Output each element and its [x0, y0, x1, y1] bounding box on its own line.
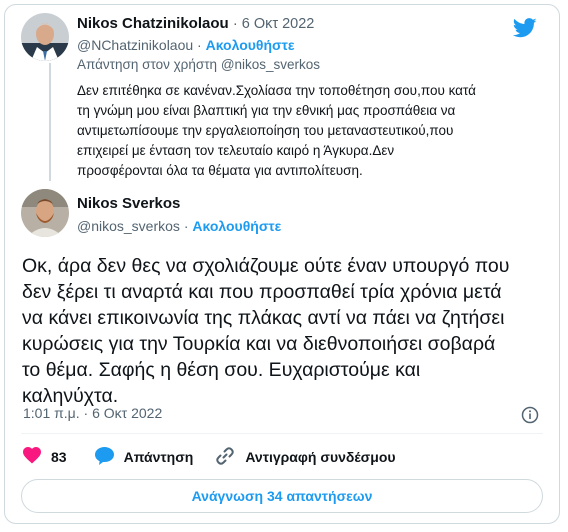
avatar-nikos-chatzinikolaou[interactable]	[21, 13, 69, 61]
main-tweet-text: Οκ, άρα δεν θες να σχολιάζουμε ούτε έναν…	[22, 253, 542, 409]
replying-to: Απάντηση στον χρήστη @nikos_sverkos	[77, 55, 320, 75]
reply-text-line: τη γνώμη μου είναι βλαπτική για την εθνι…	[77, 103, 456, 118]
reply-button[interactable]: Απάντηση	[94, 446, 194, 468]
separator: ·	[183, 218, 189, 234]
main-text-line: Οκ, άρα δεν θες να σχολιάζουμε ούτε έναν…	[22, 255, 510, 277]
thread-connector-line	[49, 63, 51, 181]
main-text-line: να κάνει επικοινωνία της πλάκας αντί να …	[22, 307, 505, 329]
separator: ·	[197, 37, 202, 53]
reply-handle-row: @NChatzinikolaou · Ακολουθήστε	[77, 35, 295, 55]
main-text-line: το θέμα. Σαφής η θέση σου. Ευχαριστούμε …	[22, 359, 421, 381]
follow-button-reply-author[interactable]: Ακολουθήστε	[206, 37, 295, 53]
reply-text-line: προσφέρονται όλα τα θέματα για αντιπολίτ…	[77, 163, 363, 178]
read-replies-button[interactable]: Ανάγνωση 34 απαντήσεων	[21, 479, 543, 513]
reply-author-name-text[interactable]: Nikos Chatzinikolaou	[77, 15, 229, 32]
reply-author-name[interactable]: Nikos Chatzinikolaou · 6 Οκτ 2022	[77, 15, 314, 32]
reply-label[interactable]: Απάντηση	[124, 449, 194, 465]
tweet-actions: 83 Απάντηση Αντιγραφή συνδέσμου	[23, 446, 418, 469]
tweet-time[interactable]: 1:01 π.μ.	[23, 405, 80, 421]
info-icon[interactable]	[521, 406, 539, 429]
reply-bubble-icon[interactable]	[94, 446, 124, 468]
reply-date-group[interactable]: · 6 Οκτ 2022	[233, 16, 315, 32]
reply-text-line: αντιμετωπίσουμε την εργαλειοποίηση του μ…	[77, 123, 454, 138]
tweet-date[interactable]: 6 Οκτ 2022	[92, 405, 162, 421]
main-handle-row: @nikos_sverkos · Ακολουθήστε	[77, 216, 281, 236]
separator: ·	[83, 405, 93, 421]
tweet-timestamp[interactable]: 1:01 π.μ. · 6 Οκτ 2022	[23, 405, 162, 421]
reply-prefix: Απάντηση στον χρήστη	[77, 57, 218, 72]
reply-date[interactable]: 6 Οκτ 2022	[242, 16, 315, 32]
tweet-embed-card: Nikos Chatzinikolaou · 6 Οκτ 2022 @NChat…	[4, 4, 560, 524]
separator: ·	[232, 16, 238, 32]
main-text-line: δεν ξέρει τι αναρτά και που προσπαθεί τρ…	[22, 281, 502, 303]
like-button[interactable]: 83	[23, 447, 67, 467]
reply-to-handle[interactable]: @nikos_sverkos	[221, 57, 320, 72]
reply-text-line: επιχειρεί με ένταση τον τελευταίο καιρό …	[77, 143, 395, 158]
main-handle[interactable]: @nikos_sverkos	[77, 218, 180, 234]
copy-link-label[interactable]: Αντιγραφή συνδέσμου	[245, 449, 395, 465]
link-icon[interactable]	[215, 446, 245, 469]
twitter-logo-icon[interactable]	[512, 18, 537, 43]
main-text-line: κυρώσεις για την Τουρκία και να διεθνοπο…	[22, 333, 496, 355]
copy-link-button[interactable]: Αντιγραφή συνδέσμου	[215, 446, 396, 469]
reply-text-line: Δεν επιτέθηκα σε κανέναν.Σχολίασα την το…	[77, 83, 476, 98]
avatar-nikos-sverkos[interactable]	[21, 189, 69, 237]
divider	[21, 433, 543, 434]
follow-button-main-author[interactable]: Ακολουθήστε	[192, 218, 281, 234]
reply-tweet-text: Δεν επιτέθηκα σε κανέναν.Σχολίασα την το…	[77, 81, 547, 181]
like-count[interactable]: 83	[51, 449, 67, 465]
main-author-name[interactable]: Nikos Sverkos	[77, 195, 180, 212]
heart-icon[interactable]	[23, 447, 51, 467]
reply-handle[interactable]: @NChatzinikolaou	[77, 37, 193, 53]
